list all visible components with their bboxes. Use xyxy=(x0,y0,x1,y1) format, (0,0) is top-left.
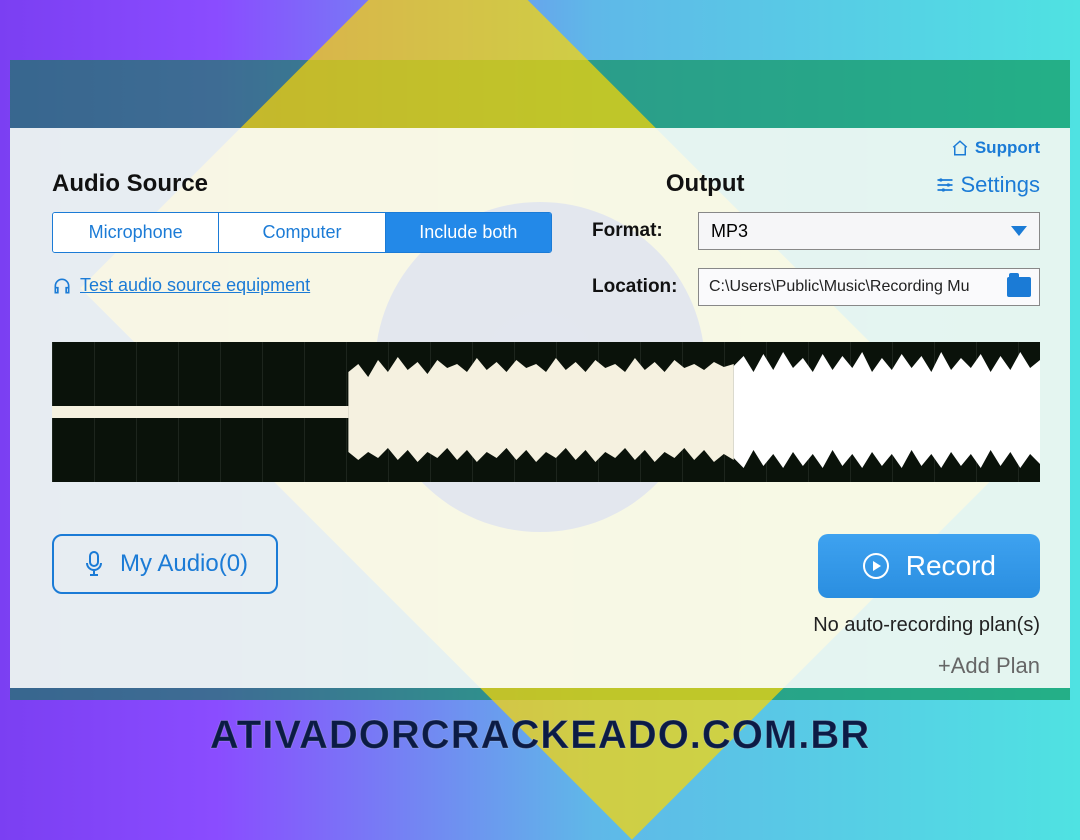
settings-link[interactable]: Settings xyxy=(935,172,1041,198)
location-value: C:\Users\Public\Music\Recording Mu xyxy=(709,278,999,296)
output-title: Output xyxy=(666,170,745,198)
my-audio-label: My Audio(0) xyxy=(120,550,248,578)
support-link[interactable]: Support xyxy=(951,138,1040,158)
sliders-icon xyxy=(935,175,955,195)
record-button[interactable]: Record xyxy=(818,534,1040,598)
format-dropdown[interactable]: MP3 xyxy=(698,212,1040,250)
tab-computer[interactable]: Computer xyxy=(219,213,385,252)
watermark-text: ATIVADORCRACKEADO.COM.BR xyxy=(0,713,1080,758)
folder-icon[interactable] xyxy=(1007,277,1031,297)
home-icon xyxy=(951,139,969,157)
waveform-svg xyxy=(52,342,1040,482)
support-label: Support xyxy=(975,138,1040,158)
audio-source-title: Audio Source xyxy=(52,170,208,198)
settings-label: Settings xyxy=(961,172,1041,198)
format-label: Format: xyxy=(592,220,684,242)
test-audio-label: Test audio source equipment xyxy=(80,275,310,296)
record-label: Record xyxy=(906,550,996,582)
microphone-icon xyxy=(82,550,106,578)
my-audio-button[interactable]: My Audio(0) xyxy=(52,534,278,594)
app-panel: Support Audio Source Output Settings Mic… xyxy=(10,128,1070,688)
add-plan-link[interactable]: +Add Plan xyxy=(813,653,1040,679)
waveform-display xyxy=(52,342,1040,482)
headphones-icon xyxy=(52,276,72,296)
tab-microphone[interactable]: Microphone xyxy=(53,213,219,252)
tab-include-both[interactable]: Include both xyxy=(386,213,551,252)
plan-status: No auto-recording plan(s) xyxy=(813,614,1040,637)
audio-source-tabs: Microphone Computer Include both xyxy=(52,212,552,253)
play-circle-icon xyxy=(862,552,890,580)
format-value: MP3 xyxy=(711,221,748,242)
test-audio-link[interactable]: Test audio source equipment xyxy=(52,275,310,296)
chevron-down-icon xyxy=(1011,226,1027,236)
location-field[interactable]: C:\Users\Public\Music\Recording Mu xyxy=(698,268,1040,306)
location-label: Location: xyxy=(592,276,684,298)
